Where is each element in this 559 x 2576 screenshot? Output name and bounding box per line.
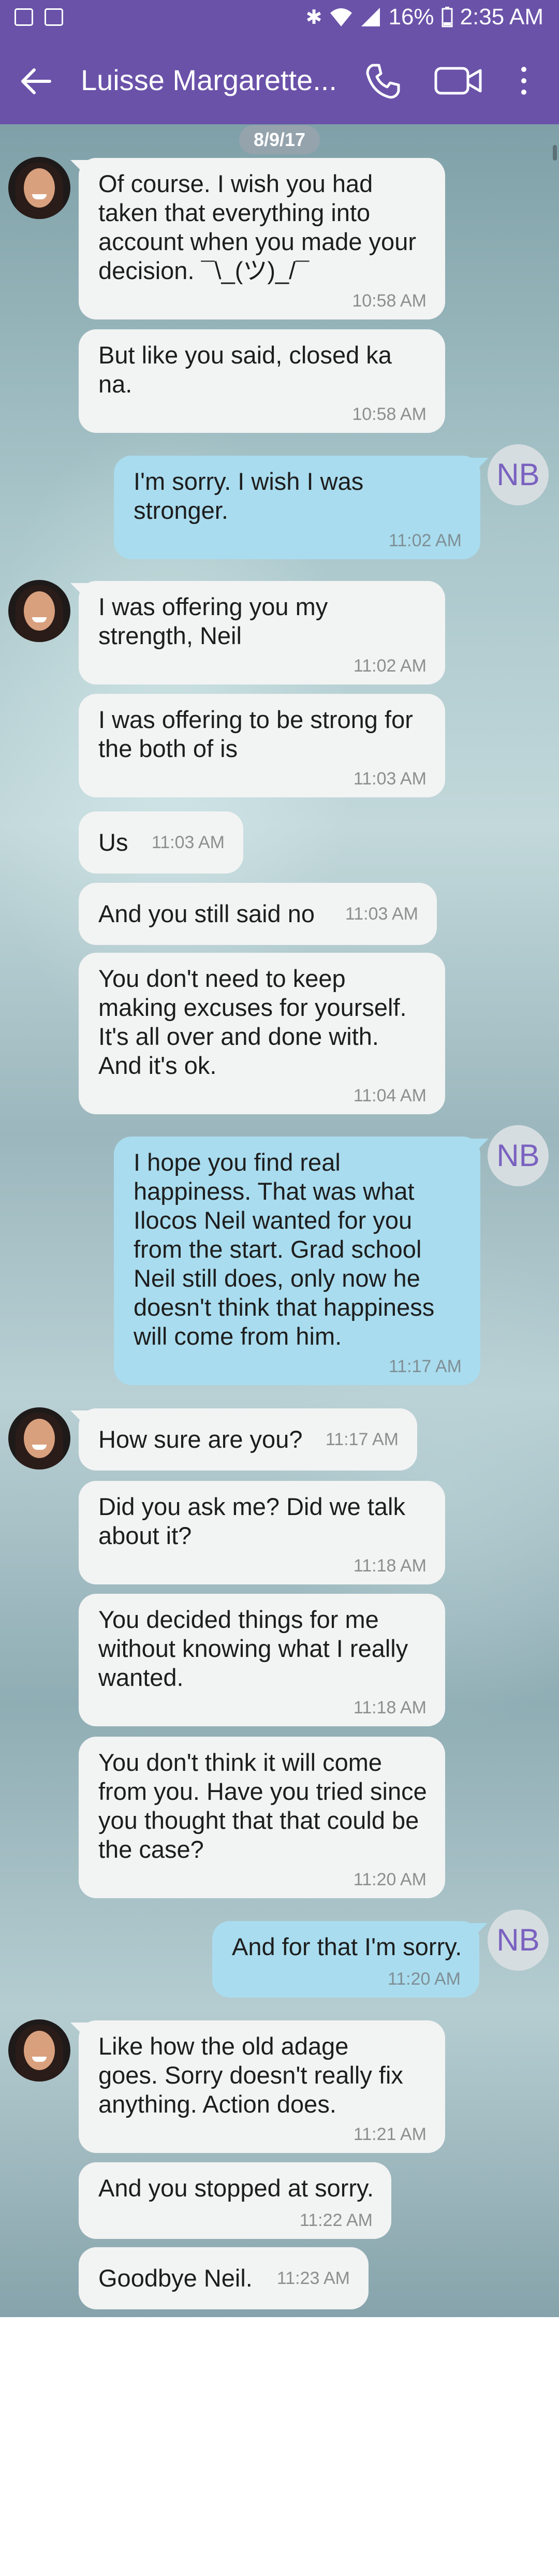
- contact-avatar[interactable]: [8, 2019, 70, 2082]
- mail-notification-icon: [45, 8, 63, 26]
- contact-avatar[interactable]: [8, 157, 70, 219]
- battery-icon: [442, 7, 453, 27]
- contact-avatar[interactable]: [8, 1407, 70, 1469]
- more-options-icon[interactable]: [512, 61, 535, 100]
- contact-name[interactable]: Luisse Margarette...: [81, 63, 337, 97]
- message-text: How sure are you?: [98, 1425, 303, 1453]
- incoming-message-bubble[interactable]: Of course. I wish you had taken that eve…: [70, 158, 445, 319]
- incoming-message-bubble[interactable]: I was offering you my strength, Neil 11:0…: [70, 581, 445, 685]
- avatar-face: [24, 591, 55, 631]
- message-timestamp: 11:02 AM: [353, 656, 426, 676]
- message-text: I'm sorry. I wish I was stronger.: [134, 468, 364, 524]
- date-divider: 8/9/17: [239, 125, 320, 154]
- message-timestamp: 10:58 AM: [352, 404, 426, 424]
- message-text: Like how the old adage goes. Sorry doesn…: [98, 2032, 403, 2118]
- message-list[interactable]: 8/9/17 Of course. I wish you had taken t…: [0, 124, 559, 2317]
- message-text: And for that I'm sorry.: [232, 1933, 462, 1960]
- message-timestamp: 11:20 AM: [353, 1870, 426, 1889]
- outgoing-message-bubble[interactable]: And for that I'm sorry. 11:20 AM: [212, 1921, 488, 1998]
- message-text: Goodbye Neil.: [98, 2264, 253, 2292]
- incoming-message-bubble[interactable]: You decided things for me without knowin…: [79, 1594, 445, 1726]
- message-timestamp: 11:20 AM: [387, 1969, 461, 1989]
- back-arrow-icon[interactable]: [18, 63, 54, 99]
- bubble-tail: [70, 583, 88, 601]
- message-timestamp: 11:03 AM: [345, 904, 418, 924]
- avatar-face: [24, 168, 55, 208]
- message-text: Us: [98, 828, 128, 856]
- message-timestamp: 11:17 AM: [325, 1430, 399, 1449]
- my-avatar-initials[interactable]: NB: [488, 444, 549, 505]
- outgoing-message-bubble[interactable]: I'm sorry. I wish I was stronger. 11:02 A…: [114, 456, 489, 559]
- conversation-header: Luisse Margarette...: [0, 37, 559, 124]
- my-avatar-initials[interactable]: NB: [488, 1125, 549, 1186]
- wifi-icon: [330, 8, 352, 26]
- message-text: You don't think it will come from you. H…: [98, 1749, 427, 1863]
- empty-area: [0, 2317, 559, 2576]
- message-text: I was offering you my strength, Neil: [98, 593, 328, 649]
- scrollbar[interactable]: [553, 145, 557, 161]
- outgoing-message-bubble[interactable]: I hope you find real happiness. That was…: [114, 1137, 489, 1385]
- message-text: You don't need to keep making excuses fo…: [98, 965, 407, 1079]
- message-text: You decided things for me without knowin…: [98, 1606, 408, 1691]
- signal-icon: [361, 8, 380, 26]
- phone-call-icon[interactable]: [363, 61, 403, 100]
- bubble-tail: [70, 2022, 88, 2040]
- contact-avatar[interactable]: [8, 580, 70, 642]
- my-avatar-initials[interactable]: NB: [488, 1910, 549, 1971]
- message-timestamp: 11:02 AM: [388, 531, 462, 550]
- bubble-tail: [471, 1139, 489, 1156]
- message-text: Did you ask me? Did we talk about it?: [98, 1493, 405, 1549]
- bubble-tail: [470, 1923, 488, 1941]
- incoming-message-bubble[interactable]: Did you ask me? Did we talk about it? 11:…: [79, 1481, 445, 1584]
- bluetooth-icon: ✱: [305, 6, 322, 28]
- message-text: Of course. I wish you had taken that eve…: [98, 170, 416, 284]
- message-text: I hope you find real happiness. That was…: [134, 1148, 435, 1350]
- incoming-message-bubble[interactable]: I was offering to be strong for the both…: [79, 694, 445, 797]
- bubble-tail: [471, 458, 489, 475]
- message-timestamp: 11:03 AM: [353, 769, 426, 789]
- message-timestamp: 11:21 AM: [353, 2124, 426, 2144]
- incoming-message-bubble[interactable]: Us 11:03 AM: [79, 811, 243, 874]
- message-timestamp: 10:58 AM: [352, 291, 426, 311]
- incoming-message-bubble[interactable]: How sure are you? 11:17 AM: [70, 1408, 417, 1471]
- incoming-message-bubble[interactable]: Goodbye Neil. 11:23 AM: [79, 2247, 369, 2309]
- message-timestamp: 11:23 AM: [276, 2268, 350, 2288]
- message-text: And you still said no: [98, 900, 315, 927]
- bubble-tail: [70, 160, 88, 178]
- message-timestamp: 11:18 AM: [353, 1556, 426, 1576]
- message-text: But like you said, closed ka na.: [98, 341, 392, 398]
- incoming-message-bubble[interactable]: But like you said, closed ka na. 10:58 AM: [79, 329, 445, 433]
- status-bar: ✱ 16% 2:35 AM: [0, 0, 559, 37]
- message-timestamp: 11:03 AM: [151, 833, 225, 852]
- avatar-face: [24, 2031, 55, 2070]
- message-timestamp: 11:04 AM: [353, 1086, 426, 1105]
- message-timestamp: 11:17 AM: [388, 1357, 462, 1376]
- message-text: I was offering to be strong for the both…: [98, 706, 413, 762]
- avatar-face: [24, 1419, 55, 1458]
- incoming-message-bubble[interactable]: Like how the old adage goes. Sorry doesn…: [70, 2020, 445, 2153]
- message-timestamp: 11:22 AM: [299, 2210, 373, 2230]
- incoming-message-bubble[interactable]: And you stopped at sorry. 11:22 AM: [79, 2162, 391, 2239]
- clock: 2:35 AM: [460, 4, 543, 30]
- incoming-message-bubble[interactable]: And you still said no 11:03 AM: [79, 883, 437, 945]
- bubble-tail: [70, 1410, 88, 1428]
- gallery-notification-icon: [14, 8, 33, 26]
- message-text: And you stopped at sorry.: [98, 2174, 374, 2202]
- incoming-message-bubble[interactable]: You don't need to keep making excuses fo…: [79, 953, 445, 1114]
- message-timestamp: 11:18 AM: [353, 1698, 426, 1718]
- battery-percent: 16%: [388, 4, 434, 30]
- video-call-icon[interactable]: [434, 61, 482, 100]
- incoming-message-bubble[interactable]: You don't think it will come from you. H…: [79, 1737, 445, 1898]
